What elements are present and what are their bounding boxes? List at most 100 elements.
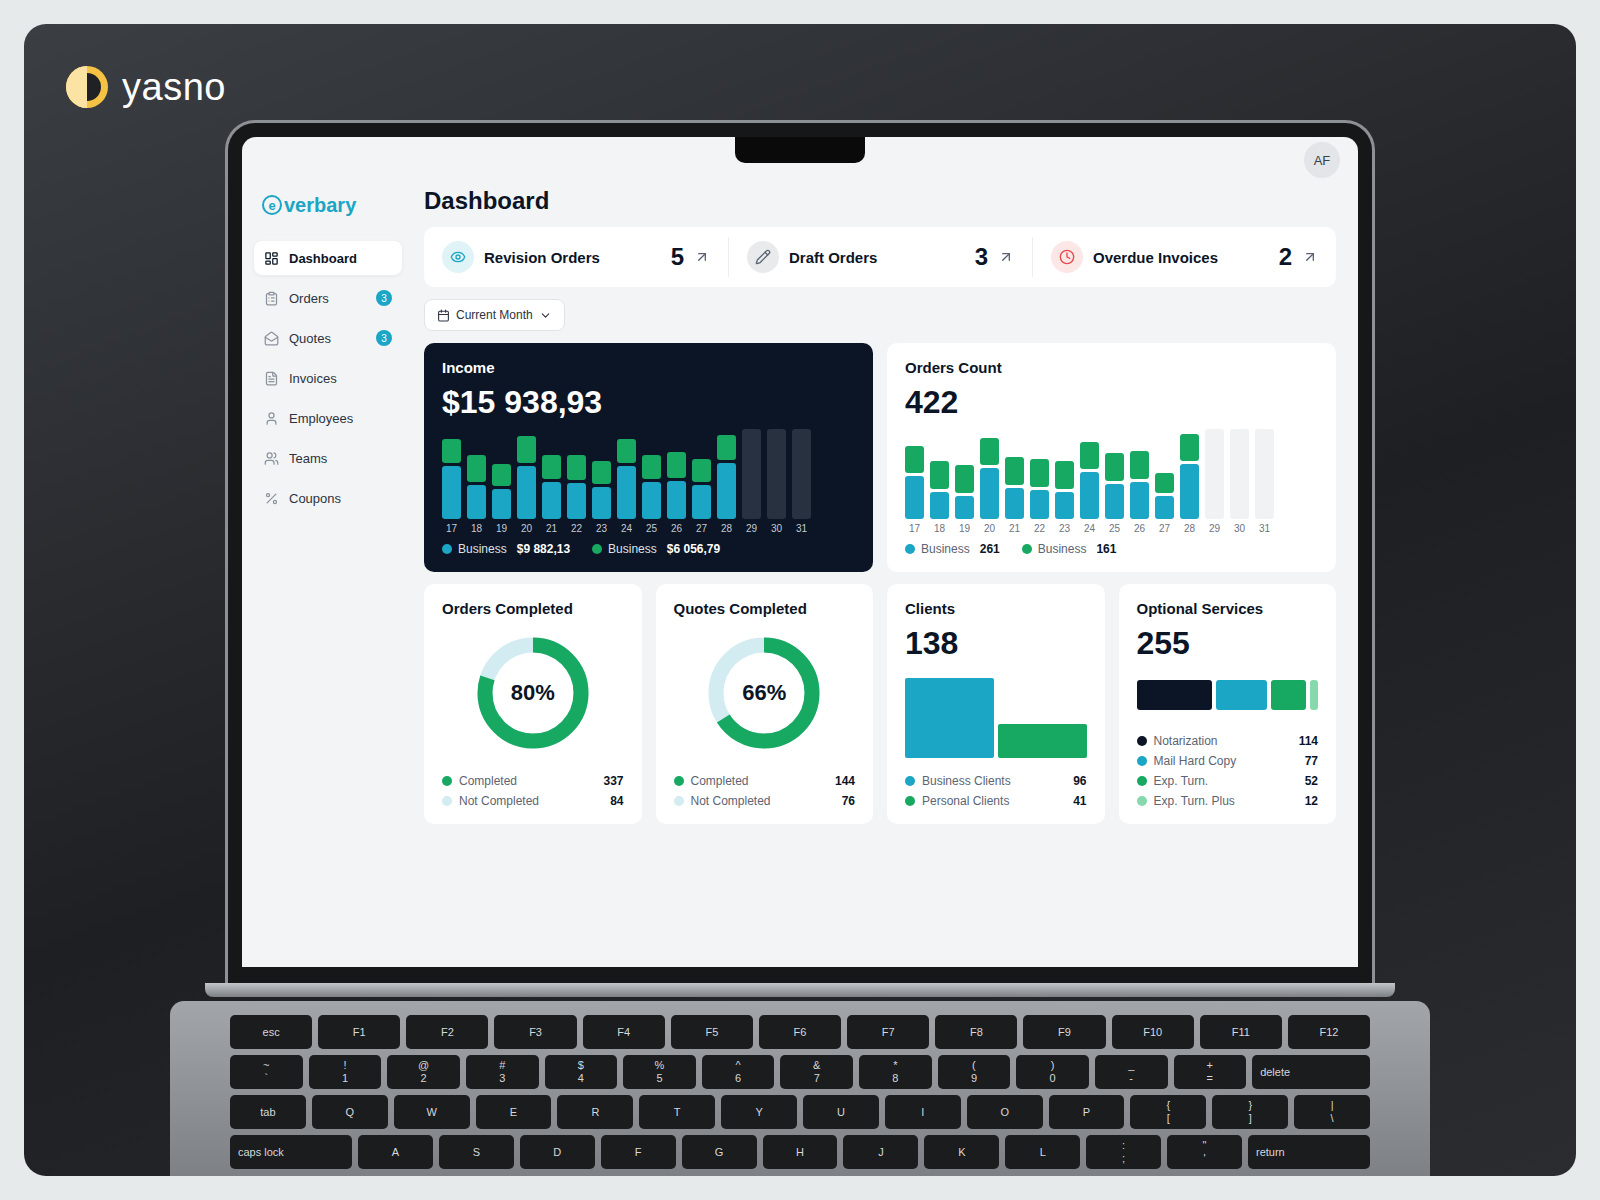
keyboard-key[interactable]: F5 (671, 1015, 753, 1049)
bar-placeholder (742, 429, 761, 519)
keyboard-key[interactable]: "' (1167, 1135, 1242, 1169)
nav-icon (264, 291, 279, 306)
keyboard-key[interactable]: Q (312, 1095, 388, 1129)
sidebar-item[interactable]: Invoices (254, 361, 402, 395)
keyboard-key[interactable]: )0 (1016, 1055, 1089, 1089)
bar-segment (717, 463, 736, 519)
x-label: 25 (1109, 523, 1120, 534)
sidebar-item[interactable]: Coupons (254, 481, 402, 515)
period-dropdown[interactable]: Current Month (424, 299, 565, 331)
keyboard-key[interactable]: Y (721, 1095, 797, 1129)
keyboard-key[interactable]: $4 (545, 1055, 618, 1089)
stack-part (1271, 680, 1306, 710)
stat-item[interactable]: Revision Orders5 (424, 237, 728, 277)
stat-item[interactable]: Overdue Invoices2 (1032, 237, 1336, 277)
bar-chart: 171819202122232425262728293031 (442, 429, 855, 534)
keyboard-key[interactable]: H (763, 1135, 838, 1169)
sidebar-item[interactable]: Teams (254, 441, 402, 475)
bar-segment (1055, 461, 1074, 488)
keyboard-key[interactable]: += (1174, 1055, 1247, 1089)
keyboard-key[interactable]: return (1248, 1135, 1370, 1169)
bar-column: 18 (467, 429, 486, 534)
keyboard-key[interactable]: F6 (759, 1015, 841, 1049)
keyboard-key[interactable]: esc (230, 1015, 312, 1049)
keyboard-key[interactable]: G (682, 1135, 757, 1169)
calendar-icon (437, 309, 450, 322)
keyboard-key[interactable]: F12 (1288, 1015, 1370, 1049)
optional-services-card: Optional Services255Notarization114Mail … (1119, 584, 1337, 824)
bar-column: 22 (1030, 429, 1049, 534)
keyboard-key[interactable]: F (601, 1135, 676, 1169)
keyboard-key[interactable]: S (439, 1135, 514, 1169)
sidebar-item[interactable]: Employees (254, 401, 402, 435)
keyboard-key[interactable]: @2 (387, 1055, 460, 1089)
user-avatar[interactable]: AF (1304, 142, 1340, 178)
keyboard-key[interactable]: D (520, 1135, 595, 1169)
keyboard-key[interactable]: *8 (859, 1055, 932, 1089)
chart-legend: Business261Business161 (905, 542, 1318, 556)
keyboard-key[interactable]: F7 (847, 1015, 929, 1049)
keyboard-key[interactable]: T (639, 1095, 715, 1129)
x-label: 21 (546, 523, 557, 534)
services-stack-bar (1137, 680, 1319, 710)
legend-row: Not Completed76 (674, 794, 856, 808)
keyboard-key[interactable]: ~` (230, 1055, 303, 1089)
keyboard-key[interactable]: #3 (466, 1055, 539, 1089)
keyboard-key[interactable]: O (967, 1095, 1043, 1129)
keyboard-key[interactable]: }] (1212, 1095, 1288, 1129)
keyboard-key[interactable]: F2 (406, 1015, 488, 1049)
sidebar-item[interactable]: Quotes3 (254, 321, 402, 355)
keyboard-key[interactable]: !1 (309, 1055, 382, 1089)
bar-segment (442, 439, 461, 463)
keyboard-key[interactable]: J (843, 1135, 918, 1169)
keyboard-key[interactable]: K (924, 1135, 999, 1169)
x-label: 26 (1134, 523, 1145, 534)
panel-title: Optional Services (1137, 600, 1319, 617)
bar-segment (467, 455, 486, 481)
keyboard-key[interactable]: caps lock (230, 1135, 352, 1169)
bar-segment (980, 438, 999, 465)
stat-item[interactable]: Draft Orders3 (728, 237, 1032, 277)
keyboard-key[interactable]: F9 (1023, 1015, 1105, 1049)
x-label: 26 (671, 523, 682, 534)
bar-segment (1180, 434, 1199, 461)
keyboard-key[interactable]: (9 (938, 1055, 1011, 1089)
keyboard-key[interactable]: {[ (1130, 1095, 1206, 1129)
brand-logo[interactable]: everbary (254, 183, 402, 227)
keyboard-key[interactable]: R (557, 1095, 633, 1129)
nav-icon (264, 491, 279, 506)
keyboard-key[interactable]: %5 (623, 1055, 696, 1089)
sidebar-item[interactable]: Orders3 (254, 281, 402, 315)
keyboard-key[interactable]: F10 (1112, 1015, 1194, 1049)
keyboard-key[interactable]: L (1005, 1135, 1080, 1169)
bar-segment (905, 476, 924, 519)
keyboard-key[interactable]: W (394, 1095, 470, 1129)
keyboard-key[interactable]: I (885, 1095, 961, 1129)
panel-total: 138 (905, 625, 1087, 662)
keyboard-key[interactable]: F3 (494, 1015, 576, 1049)
bar-segment (617, 439, 636, 463)
keyboard-key[interactable]: F4 (583, 1015, 665, 1049)
keyboard-key[interactable]: E (476, 1095, 552, 1129)
x-label: 30 (771, 523, 782, 534)
keyboard-key[interactable]: _- (1095, 1055, 1168, 1089)
keyboard-key[interactable]: F8 (935, 1015, 1017, 1049)
legend-row: Mail Hard Copy77 (1137, 754, 1319, 768)
legend-item: Business$9 882,13 (442, 542, 570, 556)
x-label: 22 (571, 523, 582, 534)
keyboard-key[interactable]: |\ (1294, 1095, 1370, 1129)
keyboard-key[interactable]: F1 (318, 1015, 400, 1049)
keyboard-key[interactable]: ^6 (702, 1055, 775, 1089)
keyboard-key[interactable]: P (1049, 1095, 1125, 1129)
stack-part (1310, 680, 1318, 710)
keyboard-key[interactable]: :; (1086, 1135, 1161, 1169)
panel-total: 422 (905, 384, 1318, 421)
keyboard-key[interactable]: delete (1252, 1055, 1370, 1089)
keyboard-key[interactable]: F11 (1200, 1015, 1282, 1049)
bar-segment (617, 466, 636, 519)
sidebar-item[interactable]: Dashboard (254, 241, 402, 275)
keyboard-key[interactable]: A (358, 1135, 433, 1169)
keyboard-key[interactable]: &7 (780, 1055, 853, 1089)
keyboard-key[interactable]: U (803, 1095, 879, 1129)
keyboard-key[interactable]: tab (230, 1095, 306, 1129)
